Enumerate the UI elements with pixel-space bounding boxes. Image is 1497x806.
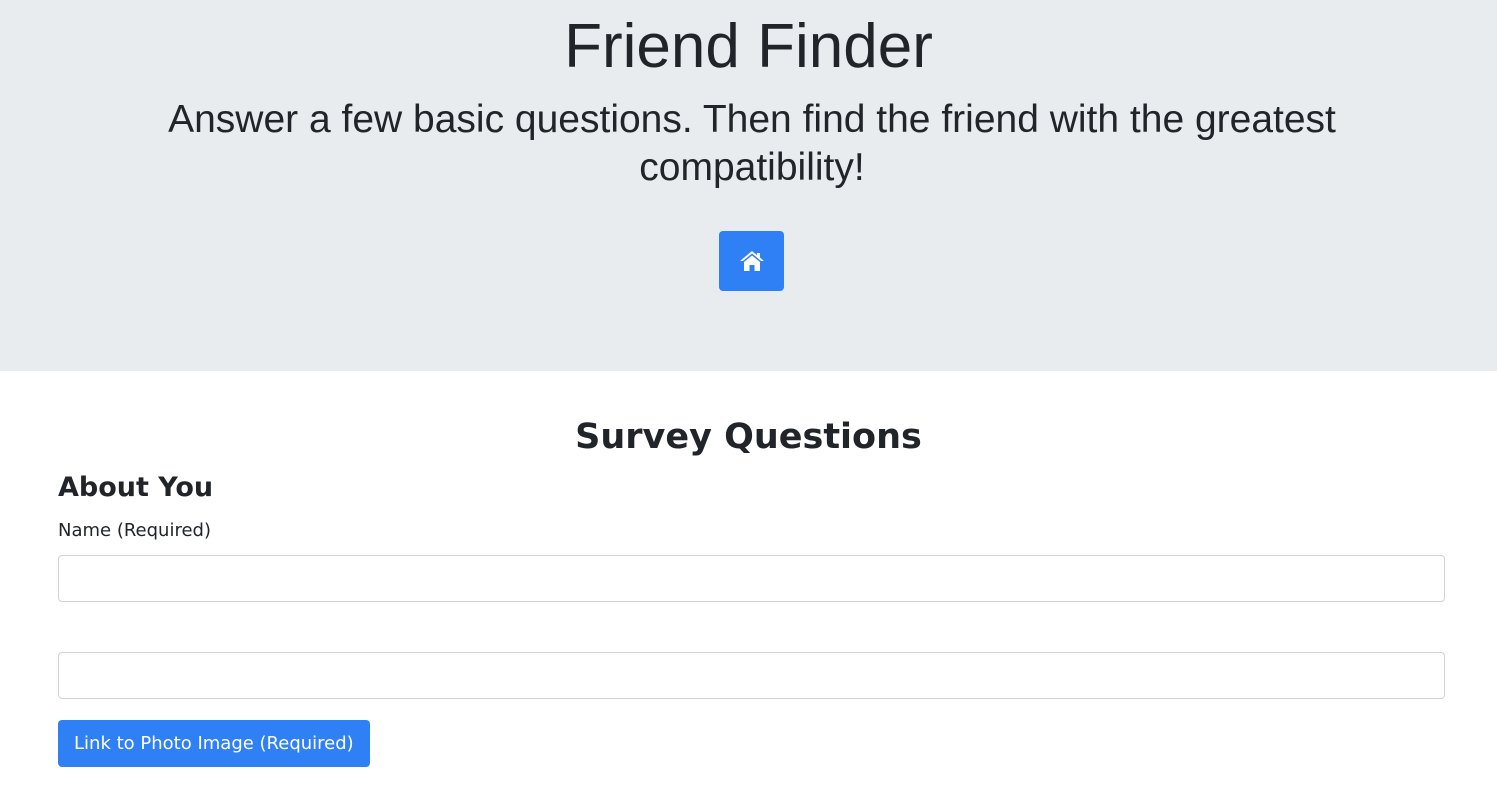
photo-link-button[interactable]: Link to Photo Image (Required)	[58, 720, 370, 767]
about-you-heading: About You	[58, 472, 214, 503]
header-jumbotron: Friend Finder Answer a few basic questio…	[0, 0, 1497, 371]
photo-link-input[interactable]	[58, 652, 1445, 699]
name-label: Name (Required)	[58, 520, 211, 541]
app-title: Friend Finder	[564, 12, 933, 81]
home-icon	[739, 250, 765, 272]
tagline: Answer a few basic questions. Then find …	[168, 98, 1336, 189]
name-input[interactable]	[58, 555, 1445, 602]
survey-title: Survey Questions	[575, 417, 922, 457]
home-button[interactable]	[719, 231, 784, 291]
